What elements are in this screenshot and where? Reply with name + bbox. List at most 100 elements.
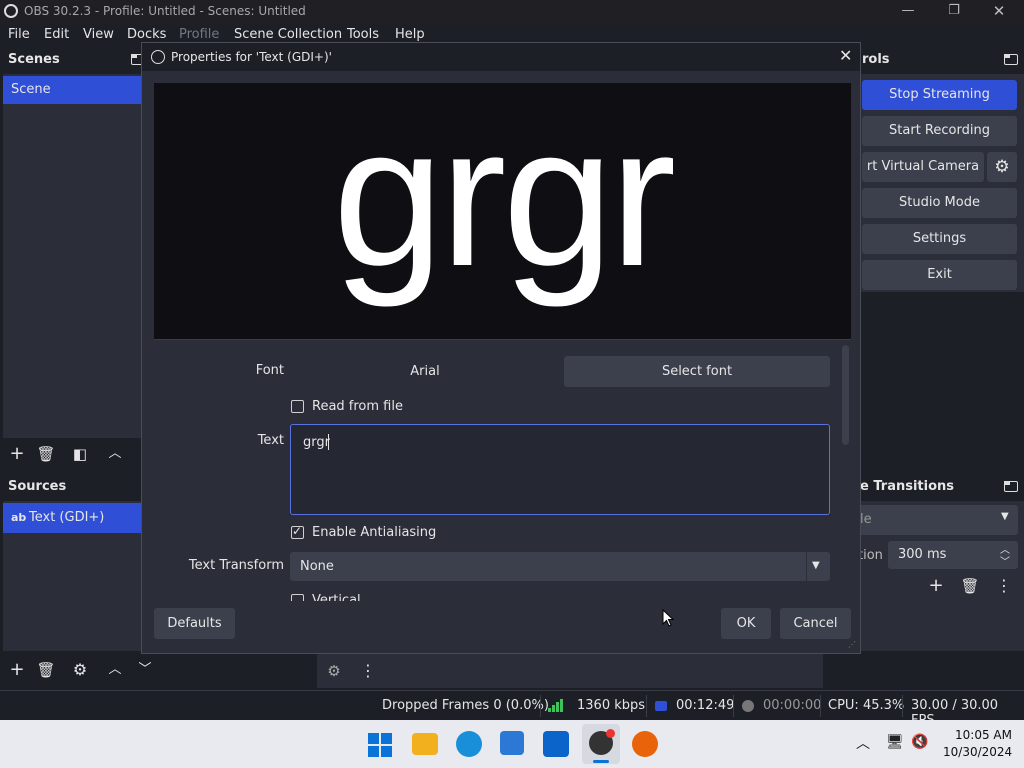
minimize-icon[interactable]: —: [885, 0, 931, 24]
dock-float-icon[interactable]: [1004, 481, 1018, 492]
read-from-file-checkbox[interactable]: [291, 400, 304, 413]
clock-time[interactable]: 10:05 AM: [955, 728, 1012, 742]
file-explorer-icon[interactable]: [412, 733, 438, 755]
maximize-icon[interactable]: ❐: [931, 0, 977, 24]
volume-muted-icon[interactable]: 🔇: [911, 734, 928, 750]
menu-edit[interactable]: Edit: [44, 27, 69, 42]
transitions-header: e Transitions: [858, 474, 1024, 500]
menu-docks[interactable]: Docks: [127, 27, 166, 42]
text-input[interactable]: grgr: [290, 424, 830, 515]
text-source-icon: ab: [11, 511, 27, 524]
add-transition-button[interactable]: +: [923, 573, 949, 599]
add-source-button[interactable]: +: [4, 657, 30, 683]
select-font-button[interactable]: Select font: [564, 356, 830, 387]
chevron-down-icon: ▼: [1001, 511, 1009, 522]
sources-list: ab Text (GDI+): [3, 501, 143, 651]
cancel-button[interactable]: Cancel: [780, 608, 851, 639]
windows-start-icon[interactable]: [368, 733, 392, 757]
scene-item-label: Scene: [11, 82, 51, 97]
dock-float-icon[interactable]: [1004, 54, 1018, 65]
microsoft-store-icon[interactable]: [500, 731, 524, 755]
obs-taskbar-button[interactable]: [582, 724, 620, 764]
move-scene-up-icon[interactable]: ︿: [102, 441, 128, 467]
duration-label: tion: [858, 548, 883, 563]
text-preview: grgr: [154, 83, 851, 339]
antialiasing-checkbox[interactable]: [291, 524, 304, 539]
divider: [820, 695, 821, 717]
network-icon[interactable]: 🖥: [886, 734, 904, 750]
exit-button[interactable]: Exit: [862, 260, 1017, 290]
vertical-row-clipped: Vertical: [290, 593, 830, 601]
menu-file[interactable]: File: [8, 27, 30, 42]
preview-text: grgr: [332, 85, 677, 308]
chevron-up-icon[interactable]: ︿: [856, 733, 870, 753]
divider: [154, 339, 851, 340]
menu-profile[interactable]: Profile: [179, 27, 219, 42]
text-caret: [328, 434, 329, 450]
start-virtual-camera-button[interactable]: rt Virtual Camera: [862, 152, 984, 182]
transitions-panel: le ▼ tion 300 ms ︿ ﹀ + 🗑 ⋮: [858, 501, 1024, 651]
mouse-cursor-icon: [662, 609, 674, 627]
outlook-icon[interactable]: [543, 731, 569, 757]
remove-scene-trash-icon[interactable]: 🗑: [33, 441, 59, 467]
window-title: OBS 30.2.3 - Profile: Untitled - Scenes:…: [24, 4, 306, 18]
menu-scene-collection[interactable]: Scene Collection: [234, 27, 342, 42]
mixer-menu-dots-icon[interactable]: ⋮: [355, 658, 381, 684]
spin-down-icon[interactable]: ﹀: [1000, 553, 1010, 568]
obs-logo-icon: [4, 4, 18, 18]
scene-item[interactable]: Scene: [3, 76, 143, 104]
ok-button[interactable]: OK: [721, 608, 771, 639]
start-recording-button[interactable]: Start Recording: [862, 116, 1017, 146]
divider: [540, 695, 541, 717]
close-icon[interactable]: ✕: [976, 0, 1022, 24]
remove-transition-trash-icon[interactable]: 🗑: [957, 573, 983, 599]
remove-source-trash-icon[interactable]: 🗑: [33, 657, 59, 683]
move-source-up-icon[interactable]: ︿: [102, 657, 128, 683]
transition-menu-dots-icon[interactable]: ⋮: [991, 573, 1017, 599]
stream-time: 00:12:49: [676, 698, 735, 713]
transition-select[interactable]: le ▼: [858, 505, 1018, 535]
bitrate: 1360 kbps: [577, 698, 646, 713]
stop-streaming-button[interactable]: Stop Streaming: [862, 80, 1017, 110]
vertical-checkbox[interactable]: [291, 594, 304, 601]
signal-bars-icon: [548, 699, 563, 712]
menu-help[interactable]: Help: [395, 27, 425, 42]
scene-filters-icon[interactable]: ◧: [67, 441, 93, 467]
firefox-icon[interactable]: [632, 731, 658, 757]
studio-mode-button[interactable]: Studio Mode: [862, 188, 1017, 218]
text-transform-select[interactable]: None ▼: [290, 552, 830, 581]
source-item[interactable]: ab Text (GDI+): [3, 503, 143, 533]
controls-header: rols: [858, 47, 1024, 73]
controls-title: rols: [862, 52, 890, 67]
status-bar: Dropped Frames 0 (0.0%) 1360 kbps 00:12:…: [0, 690, 1024, 728]
vertical-label: Vertical: [312, 593, 361, 601]
duration-spinbox[interactable]: 300 ms ︿ ﹀: [888, 541, 1018, 569]
virtual-camera-settings-gear-icon[interactable]: ⚙: [987, 152, 1017, 182]
antialiasing-label: Enable Antialiasing: [312, 525, 437, 540]
mixer-gear-icon[interactable]: ⚙: [321, 658, 347, 684]
properties-scrollbar[interactable]: [842, 345, 849, 445]
dropped-frames: Dropped Frames 0 (0.0%): [382, 698, 549, 713]
source-properties-gear-icon[interactable]: ⚙: [67, 657, 93, 683]
font-value: Arial: [410, 364, 440, 379]
font-label: Font: [255, 363, 284, 378]
duration-value: 300 ms: [898, 547, 947, 562]
move-source-down-icon[interactable]: ﹀: [132, 657, 158, 683]
taskbar: ︿ 🖥 🔇 10:05 AM 10/30/2024: [0, 720, 1024, 768]
menu-view[interactable]: View: [83, 27, 114, 42]
dialog-close-icon[interactable]: ✕: [839, 46, 852, 65]
clock-date[interactable]: 10/30/2024: [943, 745, 1012, 759]
recording-time: 00:00:00: [763, 698, 822, 713]
edge-browser-icon[interactable]: [456, 731, 482, 757]
text-label: Text: [257, 433, 284, 448]
defaults-button[interactable]: Defaults: [154, 608, 235, 639]
add-scene-button[interactable]: +: [4, 441, 30, 467]
menu-tools[interactable]: Tools: [347, 27, 379, 42]
settings-button[interactable]: Settings: [862, 224, 1017, 254]
read-from-file-label: Read from file: [312, 399, 403, 414]
scenes-list: Scene: [3, 74, 143, 438]
audio-mixer-toolbar: ⚙ ⋮: [317, 654, 823, 688]
recording-badge-icon: [606, 729, 615, 738]
properties-dialog: Properties for 'Text (GDI+)' ✕ grgr Font…: [141, 42, 861, 654]
resize-grip-icon[interactable]: ⋰: [848, 640, 856, 649]
